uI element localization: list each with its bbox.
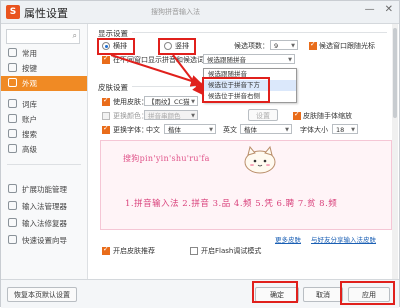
search-icon[interactable]: ⌕ <box>73 31 77 41</box>
appearance-icon <box>8 78 17 87</box>
candidates-count-select[interactable]: 9 ▼ <box>270 40 298 50</box>
more-skins-link[interactable]: 更多皮肤 <box>275 234 301 244</box>
settings-window: S 属性设置 搜狗拼音输入法 — ✕ ⌕ 常用 按键 外观 词库 账户 搜索 高… <box>0 0 400 308</box>
chevron-down-icon: ▼ <box>288 57 292 63</box>
font-size-label: 字体大小 <box>300 126 328 134</box>
chevron-down-icon: ▼ <box>351 127 355 133</box>
manager-icon <box>8 201 17 210</box>
extension-icon <box>8 184 17 193</box>
apply-button[interactable]: 应用 <box>348 287 390 302</box>
color-setting-button[interactable]: 设置 <box>248 109 278 121</box>
close-icon[interactable]: ✕ <box>385 4 393 15</box>
sogou-logo-icon: S <box>6 5 20 19</box>
sidebar-divider <box>7 164 81 165</box>
ok-button[interactable]: 确定 <box>255 287 299 302</box>
dropdown-option[interactable]: 候选跟随拼音 <box>204 69 296 80</box>
search-nav-icon <box>8 129 17 138</box>
scrollbar-thumb[interactable] <box>393 28 397 118</box>
dropdown-option[interactable]: 候选位于拼音右侧 <box>204 91 296 102</box>
color-select[interactable]: 拼音串颜色 ▼ <box>144 110 198 120</box>
chinese-font-select[interactable]: 楷体 ▼ <box>164 124 216 134</box>
sidebar: ⌕ 常用 按键 外观 词库 账户 搜索 高级 扩展功能管理 输入法管理器 输入法… <box>1 24 88 279</box>
restore-defaults-button[interactable]: 恢复本页默认设置 <box>7 287 77 302</box>
horizontal-radio[interactable] <box>102 42 110 50</box>
keyboard-icon <box>8 63 17 72</box>
use-skin-label: 使用皮肤： <box>113 98 148 106</box>
skin-scale-label: 皮肤随手体缩放 <box>303 112 352 120</box>
dictionary-icon <box>8 99 17 108</box>
change-font-checkbox[interactable] <box>102 124 110 134</box>
window-subtitle: 搜狗拼音输入法 <box>151 8 200 16</box>
window-title: 属性设置 <box>24 7 68 20</box>
section-divider <box>132 86 197 87</box>
english-font-label: 英文 <box>223 126 237 134</box>
minimize-icon[interactable]: — <box>365 4 375 15</box>
skin-recommend-checkbox[interactable] <box>102 245 110 255</box>
skin-select[interactable]: 【雨纹】CC猫 ▼ <box>144 96 198 106</box>
english-font-select[interactable]: 楷体 ▼ <box>240 124 292 134</box>
sidebar-item-account[interactable]: 账户 <box>1 112 87 127</box>
preview-candidates: 1.拼音输入法 2.拼音 3.品 4.频 5.凭 6.聘 7.贫 8.频 <box>125 199 338 209</box>
use-skin-checkbox[interactable] <box>102 96 110 106</box>
appearance-panel: 显示设置 横排 竖排 候选项数： 9▼ 候选窗口跟随光标 在不同窗口显示拼音和候… <box>88 24 399 279</box>
title-bar: S 属性设置 搜狗拼音输入法 — ✕ <box>1 1 399 24</box>
chevron-down-icon: ▼ <box>191 99 195 105</box>
footer-bar: 恢复本页默认设置 确定 取消 应用 <box>1 279 399 308</box>
share-skin-link[interactable]: 与好友分享输入法皮肤 <box>311 234 376 244</box>
chevron-down-icon: ▼ <box>285 127 289 133</box>
font-size-select[interactable]: 18 ▼ <box>332 124 358 134</box>
vertical-label: 竖排 <box>175 42 189 50</box>
change-color-label: 更换颜色： <box>113 112 148 120</box>
change-font-label: 更换字体： <box>113 126 148 134</box>
candidate-position-dropdown: 候选跟随拼音 候选位于拼音下方 候选位于拼音右侧 <box>203 68 297 103</box>
vertical-radio[interactable] <box>164 42 172 50</box>
flash-debug-checkbox[interactable] <box>190 247 198 255</box>
cat-mascot-icon <box>244 145 276 174</box>
advanced-icon <box>8 144 17 153</box>
settings-search-input[interactable]: ⌕ <box>6 29 80 44</box>
chevron-down-icon: ▼ <box>209 127 213 133</box>
show-pinyin-checkbox[interactable] <box>102 54 110 64</box>
skin-scale-checkbox[interactable] <box>293 110 301 120</box>
skin-recommend-label: 开启皮肤推荐 <box>113 247 155 255</box>
sidebar-item-wizard[interactable]: 快速设置向导 <box>1 233 87 248</box>
account-icon <box>8 114 17 123</box>
chevron-down-icon: ▼ <box>291 43 295 49</box>
chinese-font-label: 中文 <box>146 126 160 134</box>
candidates-count-label: 候选项数： <box>234 42 269 50</box>
sidebar-item-extensions[interactable]: 扩展功能管理 <box>1 182 87 197</box>
sidebar-item-common[interactable]: 常用 <box>1 46 87 61</box>
horizontal-label: 横排 <box>113 42 127 50</box>
display-section-title: 显示设置 <box>98 29 128 38</box>
panel-scrollbar[interactable] <box>392 24 398 279</box>
show-pinyin-label: 在不同窗口显示拼音和候选词 <box>113 56 204 64</box>
sidebar-item-appearance[interactable]: 外观 <box>1 76 87 91</box>
sidebar-item-ime-manager[interactable]: 输入法管理器 <box>1 199 87 214</box>
sidebar-item-ime-repair[interactable]: 输入法修复器 <box>1 216 87 231</box>
sidebar-item-dictionary[interactable]: 词库 <box>1 97 87 112</box>
change-color-checkbox[interactable] <box>102 112 110 120</box>
cancel-button[interactable]: 取消 <box>303 287 343 302</box>
dropdown-option[interactable]: 候选位于拼音下方 <box>204 80 296 91</box>
cursor-follow-checkbox[interactable] <box>309 40 317 50</box>
flash-debug-label: 开启Flash调试模式 <box>201 247 262 255</box>
preview-pinyin: 搜狗pin'yin'shu'ru'fa <box>123 154 210 163</box>
candidate-position-select[interactable]: 候选跟随拼音 ▼ <box>203 54 295 64</box>
common-icon <box>8 48 17 57</box>
skin-section-title: 皮肤设置 <box>98 83 128 92</box>
chevron-down-icon: ▼ <box>191 113 195 119</box>
sidebar-item-keys[interactable]: 按键 <box>1 61 87 76</box>
sidebar-item-advanced[interactable]: 高级 <box>1 142 87 157</box>
repair-icon <box>8 218 17 227</box>
skin-preview: 搜狗pin'yin'shu'ru'fa 1.拼音输入法 2.拼音 3.品 4.频… <box>100 140 392 230</box>
sidebar-item-search[interactable]: 搜索 <box>1 127 87 142</box>
wizard-icon <box>8 235 17 244</box>
cursor-follow-label: 候选窗口跟随光标 <box>319 42 375 50</box>
section-divider <box>132 32 387 33</box>
